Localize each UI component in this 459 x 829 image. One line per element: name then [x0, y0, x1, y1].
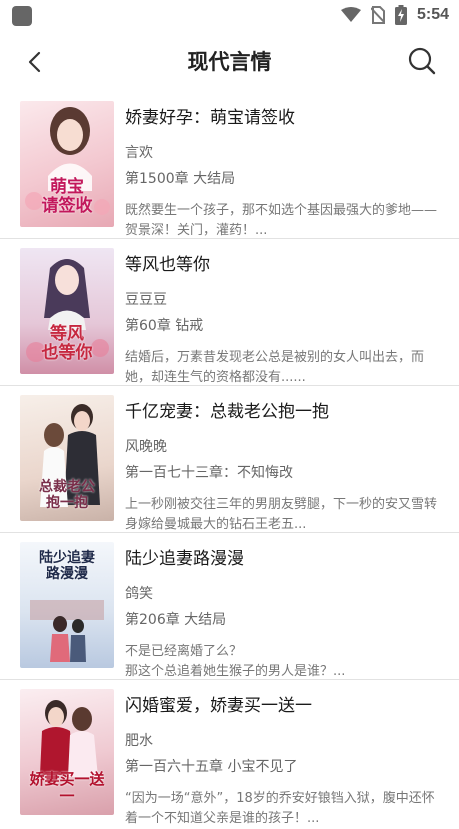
book-description: 结婚后，万素昔发现老公总是被别的女人叫出去，而她，却连生气的资格都没有.....…: [125, 350, 425, 385]
book-description: “因为一场“意外”，18岁的乔安好锒铛入狱，腹中还怀着一个不知道父亲是谁的孩子！…: [125, 791, 435, 826]
book-cover-text: 陆少追妻 路漫漫: [39, 550, 95, 583]
wifi-icon: [340, 7, 361, 22]
book-description: 上一秒刚被交往三年的男朋友劈腿，下一秒的安又雪转身嫁给曼城最大的钻石王老五...: [125, 497, 438, 532]
search-icon[interactable]: [407, 46, 437, 76]
battery-charging-icon: [394, 5, 407, 25]
book-cover-text: 等风 也等你: [41, 323, 93, 364]
book-info: 闪婚蜜爱，娇妻买一送一 肥水 第一百六十五章 小宝不见了 “因为一场“意外”，1…: [125, 691, 445, 829]
status-time: 5:54: [416, 6, 449, 23]
book-cover[interactable]: 总裁老公 抱一抱: [20, 395, 114, 521]
book-cover-text: 娇妻买一送一: [29, 769, 105, 805]
book-list: 萌宝 请签收 娇妻好孕：萌宝请签收 言欢 第1500章 大结局 既然要生一个孩子…: [0, 92, 459, 826]
book-description: 不是已经离婚了么？ 那这个总追着她生猴子的男人是谁？...: [125, 644, 346, 679]
book-author: 言欢: [125, 145, 153, 161]
book-author: 风晚晚: [125, 439, 167, 455]
book-list-item[interactable]: 萌宝 请签收 娇妻好孕：萌宝请签收 言欢 第1500章 大结局 既然要生一个孩子…: [0, 92, 459, 239]
book-cover-text: 总裁老公 抱一抱: [39, 478, 95, 511]
book-title[interactable]: 闪婚蜜爱，娇妻买一送一: [125, 691, 445, 716]
app-icon: [12, 6, 32, 26]
book-info: 陆少追妻路漫漫 鸽笑 第206章 大结局 不是已经离婚了么？ 那这个总追着她生猴…: [125, 544, 445, 682]
book-info: 千亿宠妻：总裁老公抱一抱 风晚晚 第一百七十三章：不知悔改 上一秒刚被交往三年的…: [125, 397, 445, 535]
book-cover-text: 萌宝 请签收: [41, 176, 93, 217]
book-chapter: 第206章 大结局: [125, 612, 227, 628]
book-author: 鸽笑: [125, 586, 153, 602]
book-chapter: 第一百六十五章 小宝不见了: [125, 759, 298, 775]
status-bar: 5:54: [0, 0, 459, 30]
book-cover[interactable]: 陆少追妻 路漫漫: [20, 542, 114, 668]
book-info: 娇妻好孕：萌宝请签收 言欢 第1500章 大结局 既然要生一个孩子，那不如选个基…: [125, 103, 445, 241]
book-description: 既然要生一个孩子，那不如选个基因最强大的爹地——贺景深！关门，灌药！...: [125, 203, 438, 238]
book-author: 肥水: [125, 733, 153, 749]
top-bar: 现代言情: [0, 30, 459, 92]
book-chapter: 第1500章 大结局: [125, 171, 236, 187]
book-list-item[interactable]: 娇妻买一送一 闪婚蜜爱，娇妻买一送一 肥水 第一百六十五章 小宝不见了 “因为一…: [0, 680, 459, 826]
page-title: 现代言情: [187, 50, 272, 74]
book-list-item[interactable]: 等风 也等你 等风也等你 豆豆豆 第60章 钻戒 结婚后，万素昔发现老公总是被别…: [0, 239, 459, 386]
book-author: 豆豆豆: [125, 292, 167, 308]
book-chapter: 第一百七十三章：不知悔改: [125, 465, 293, 481]
no-sim-icon: [370, 6, 385, 24]
book-title[interactable]: 娇妻好孕：萌宝请签收: [125, 103, 445, 128]
book-title[interactable]: 陆少追妻路漫漫: [125, 544, 445, 569]
book-info: 等风也等你 豆豆豆 第60章 钻戒 结婚后，万素昔发现老公总是被别的女人叫出去，…: [125, 250, 445, 388]
book-chapter: 第60章 钻戒: [125, 318, 204, 334]
book-title[interactable]: 等风也等你: [125, 250, 445, 275]
status-icons: 5:54: [340, 5, 449, 25]
book-cover[interactable]: 等风 也等你: [20, 248, 114, 374]
book-list-item[interactable]: 陆少追妻 路漫漫 陆少追妻路漫漫 鸽笑 第206章 大结局 不是已经离婚了么？ …: [0, 533, 459, 680]
book-cover[interactable]: 娇妻买一送一: [20, 689, 114, 815]
book-list-item[interactable]: 总裁老公 抱一抱 千亿宠妻：总裁老公抱一抱 风晚晚 第一百七十三章：不知悔改 上…: [0, 386, 459, 533]
book-cover[interactable]: 萌宝 请签收: [20, 101, 114, 227]
book-title[interactable]: 千亿宠妻：总裁老公抱一抱: [125, 397, 445, 422]
